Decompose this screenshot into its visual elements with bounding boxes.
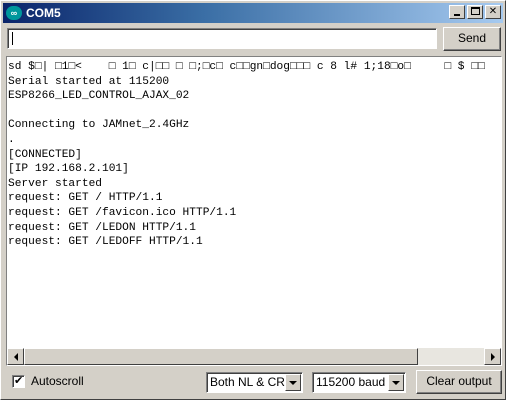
baud-rate-select[interactable]: 115200 baud: [312, 372, 406, 393]
output-line: ESP8266_LED_CONTROL_AJAX_02: [8, 90, 190, 103]
scroll-right-button[interactable]: [484, 348, 501, 365]
scroll-left-button[interactable]: [7, 348, 24, 365]
output-line: Server started: [8, 177, 102, 190]
output-line: .: [8, 133, 15, 146]
output-line: request: GET / HTTP/1.1: [8, 192, 163, 205]
line-ending-select[interactable]: Both NL & CR: [206, 372, 303, 393]
output-line: [IP 192.168.2.101]: [8, 163, 129, 176]
line-ending-value: Both NL & CR: [210, 375, 285, 389]
autoscroll-checkbox[interactable]: ✔: [12, 373, 25, 388]
line-ending-dropdown-button[interactable]: [285, 374, 301, 391]
output-line: sd $□| □1□< □ 1□ c|□□ □ □;□c□ c□□gn□dog□…: [8, 61, 501, 73]
output-line: [CONNECTED]: [8, 148, 82, 161]
window-title: COM5: [26, 6, 61, 20]
output-line: request: GET /LEDON HTTP/1.1: [8, 221, 196, 234]
minimize-icon: [454, 14, 460, 16]
window-controls: ✕: [447, 5, 501, 19]
send-button[interactable]: Send: [443, 27, 501, 51]
check-icon: ✔: [14, 373, 24, 387]
title-bar[interactable]: ∞ COM5 ✕: [3, 3, 503, 23]
footer-bar: ✔ Autoscroll Both NL & CR 115200 baud Cl…: [6, 369, 502, 395]
output-line: request: GET /favicon.ico HTTP/1.1: [8, 206, 237, 219]
send-bar: Send: [7, 27, 501, 51]
maximize-button[interactable]: [467, 5, 483, 19]
clear-output-button[interactable]: Clear output: [416, 370, 502, 394]
close-icon: ✕: [488, 6, 498, 17]
serial-output-text[interactable]: sd $□| □1□< □ 1□ c|□□ □ □;□c□ c□□gn□dog□…: [7, 57, 501, 348]
text-caret: [12, 32, 13, 45]
baud-rate-value: 115200 baud: [316, 375, 386, 389]
arrow-left-icon: [13, 352, 18, 361]
scrollbar-thumb[interactable]: [24, 348, 418, 365]
serial-output-panel[interactable]: sd $□| □1□< □ 1□ c|□□ □ □;□c□ c□□gn□dog□…: [6, 56, 502, 366]
minimize-button[interactable]: [449, 5, 465, 19]
output-line: Serial started at 115200: [8, 75, 170, 88]
chevron-down-icon: [392, 380, 400, 385]
arrow-right-icon: [490, 352, 495, 361]
autoscroll-toggle[interactable]: ✔ Autoscroll: [12, 374, 84, 388]
horizontal-scrollbar[interactable]: [7, 348, 501, 365]
close-button[interactable]: ✕: [485, 5, 501, 19]
serial-send-input[interactable]: [7, 28, 437, 49]
output-line: Connecting to JAMnet_2.4GHz: [8, 119, 190, 132]
autoscroll-label: Autoscroll: [31, 374, 84, 388]
chevron-down-icon: [289, 380, 297, 385]
serial-monitor-window: ∞ COM5 ✕ Send sd $□| □1□< □ 1□ c|□□ □ □;…: [0, 0, 506, 400]
output-line: request: GET /LEDOFF HTTP/1.1: [8, 236, 203, 249]
baud-rate-dropdown-button[interactable]: [388, 374, 404, 391]
arduino-icon: ∞: [6, 6, 22, 20]
maximize-icon: [471, 7, 480, 15]
